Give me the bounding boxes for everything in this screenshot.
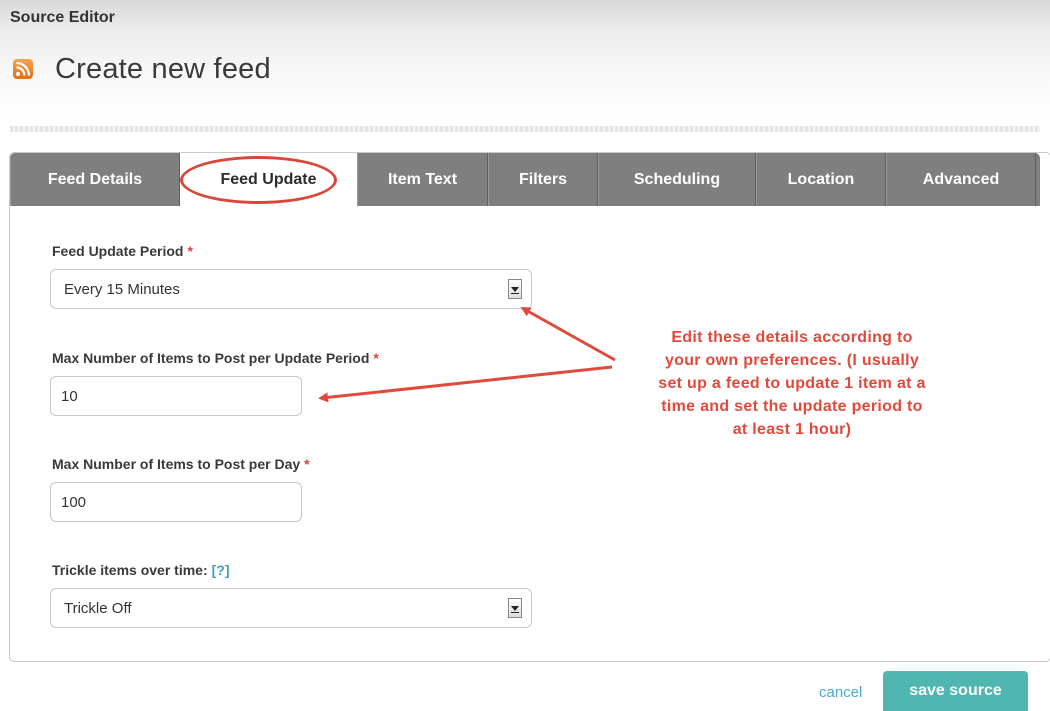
tab-feed-details[interactable]: Feed Details	[10, 153, 180, 206]
annotation-line: set up a feed to update 1 item at a	[658, 375, 926, 392]
update-period-label: Feed Update Period *	[52, 243, 193, 259]
update-period-select[interactable]: Every 15 Minutes	[50, 269, 532, 309]
trickle-label-text: Trickle items over time:	[52, 562, 208, 578]
max-items-period-label: Max Number of Items to Post per Update P…	[52, 350, 379, 366]
required-marker: *	[187, 243, 193, 259]
update-period-label-text: Feed Update Period	[52, 243, 184, 259]
annotation-line: your own preferences. (I usually	[664, 352, 920, 369]
required-marker: *	[373, 350, 379, 366]
tab-scheduling[interactable]: Scheduling	[598, 153, 756, 206]
cancel-link[interactable]: cancel	[819, 684, 862, 701]
dropdown-arrow-icon[interactable]	[508, 279, 522, 299]
required-marker: *	[304, 456, 310, 472]
max-items-day-input[interactable]	[50, 482, 302, 522]
annotation-line: Edit these details according to	[671, 329, 913, 346]
tab-feed-update[interactable]: Feed Update	[180, 153, 357, 206]
dropdown-arrow-icon[interactable]	[508, 598, 522, 618]
tab-item-text[interactable]: Item Text	[357, 153, 488, 206]
tab-filters[interactable]: Filters	[488, 153, 598, 206]
page-header: Source Editor Create new feed	[0, 0, 1050, 130]
max-items-period-label-text: Max Number of Items to Post per Update P…	[52, 350, 370, 366]
tab-advanced[interactable]: Advanced	[886, 153, 1036, 206]
max-items-day-label-text: Max Number of Items to Post per Day	[52, 456, 301, 472]
max-items-day-label: Max Number of Items to Post per Day *	[52, 456, 310, 472]
app-title: Source Editor	[10, 9, 115, 26]
tab-location[interactable]: Location	[756, 153, 886, 206]
update-period-value: Every 15 Minutes	[64, 280, 180, 298]
page-title-row: Create new feed	[13, 52, 271, 86]
tab-bar: Feed Details Feed Update Item Text Filte…	[10, 153, 1040, 206]
max-items-period-input[interactable]	[50, 376, 302, 416]
trickle-value: Trickle Off	[64, 599, 132, 617]
annotation-note: Edit these details according to your own…	[582, 326, 1002, 441]
trickle-select[interactable]: Trickle Off	[50, 588, 532, 628]
annotation-line: time and set the update period to	[661, 398, 923, 415]
header-divider	[10, 126, 1040, 132]
rss-feed-icon	[13, 59, 33, 79]
page-title: Create new feed	[55, 52, 271, 85]
trickle-help-link[interactable]: [?]	[212, 562, 230, 578]
annotation-line: at least 1 hour)	[732, 421, 852, 438]
save-source-button[interactable]: save source	[883, 671, 1028, 711]
trickle-label: Trickle items over time: [?]	[52, 562, 230, 578]
